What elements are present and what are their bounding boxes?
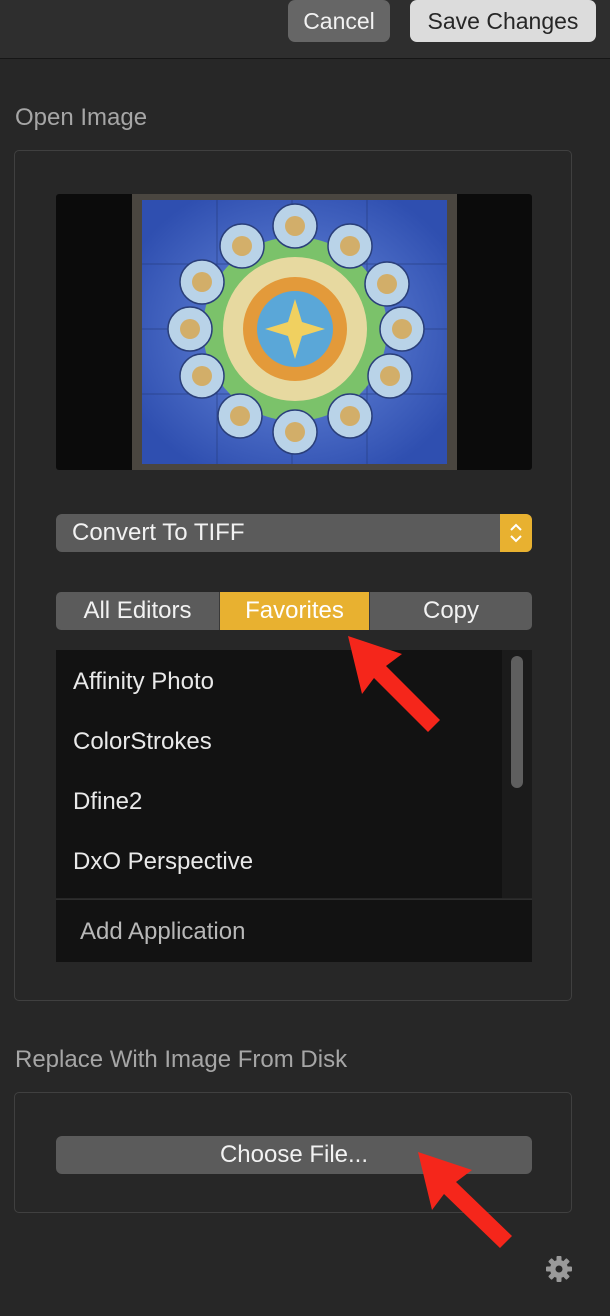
scrollbar-thumb[interactable] [511, 656, 523, 788]
editor-list-item[interactable]: DxO Perspective [73, 848, 253, 876]
format-select-value: Convert To TIFF [72, 519, 245, 546]
annotation-arrow-icon [348, 636, 440, 732]
chevron-updown-icon[interactable] [500, 514, 532, 552]
save-changes-button[interactable]: Save Changes [410, 0, 596, 42]
zodiac-mosaic-thumbnail [132, 194, 457, 470]
tab-favorites[interactable]: Favorites [220, 592, 370, 630]
editor-tabs: All Editors Favorites Copy [56, 592, 532, 630]
tab-copy[interactable]: Copy [370, 592, 532, 630]
annotation-arrow-icon [418, 1152, 512, 1248]
gear-icon[interactable] [544, 1254, 574, 1284]
open-image-heading: Open Image [15, 104, 148, 131]
editor-list-item[interactable]: Affinity Photo [73, 668, 214, 696]
format-select[interactable]: Convert To TIFF [56, 514, 532, 552]
editor-list-item[interactable]: Dfine2 [73, 788, 142, 816]
editor-list-item[interactable]: ColorStrokes [73, 728, 212, 756]
cancel-button[interactable]: Cancel [288, 0, 390, 42]
image-preview [56, 194, 532, 470]
top-toolbar: Cancel Save Changes [0, 0, 610, 59]
editor-list-scrollbar[interactable] [502, 650, 532, 898]
replace-image-heading: Replace With Image From Disk [15, 1046, 348, 1073]
add-application-label: Add Application [80, 918, 246, 945]
add-application-row[interactable]: Add Application [56, 899, 532, 962]
editor-list: Affinity Photo ColorStrokes Dfine2 DxO P… [56, 650, 532, 898]
tab-all-editors[interactable]: All Editors [56, 592, 220, 630]
